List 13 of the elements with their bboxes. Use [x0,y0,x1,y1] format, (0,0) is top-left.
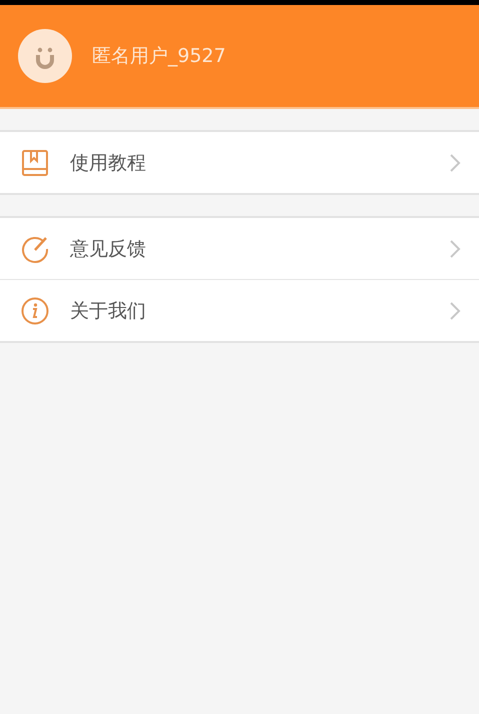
username: 匿名用户_9527 [92,44,226,69]
menu-item[interactable]: 关于我们 [0,279,479,341]
menu-label: 关于我们 [70,298,147,324]
info-icon [20,296,50,326]
menu-item[interactable]: 使用教程 [0,132,479,193]
book-icon [20,148,50,178]
menu-label: 意见反馈 [70,236,147,262]
menu-label: 使用教程 [70,150,147,176]
chevron-icon [449,152,461,172]
chevron-icon [449,238,461,258]
avatar-icon [18,29,72,83]
chevron-icon [449,300,461,320]
menu-item[interactable]: 意见反馈 [0,218,479,279]
